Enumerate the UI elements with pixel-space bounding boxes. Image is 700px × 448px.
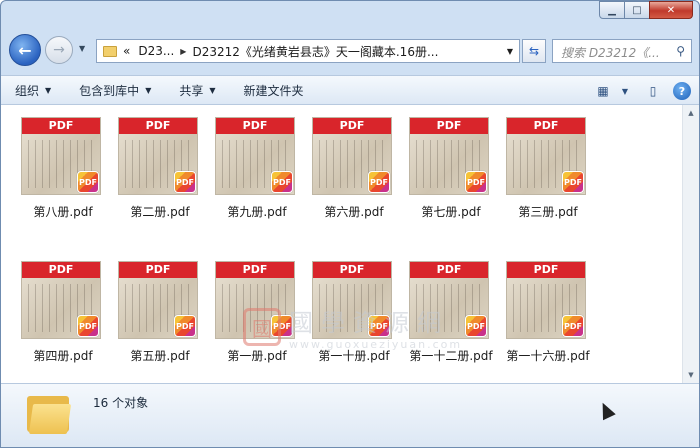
command-toolbar: 组织 ▼ 包含到库中 ▼ 共享 ▼ 新建文件夹 ▦ ▼ ▯ ? [1, 75, 699, 105]
pdf-app-icon: PDF [465, 171, 487, 193]
share-menu[interactable]: 共享 ▼ [165, 75, 229, 105]
pdf-app-icon: PDF [562, 171, 584, 193]
scroll-up-icon[interactable]: ▲ [683, 105, 699, 121]
file-name: 第一十六册.pdf [506, 349, 590, 363]
new-folder-button[interactable]: 新建文件夹 [230, 75, 318, 105]
address-bar[interactable]: « D23... ▶ D23212《光绪黄岩县志》天一阁藏本.16册... ▼ [96, 39, 520, 63]
toolbar-right: ▦ ▼ ▯ ? [585, 76, 691, 106]
file-name: 第四册.pdf [33, 349, 93, 363]
breadcrumb-segment-1[interactable]: D23... [138, 44, 174, 58]
close-button[interactable]: ✕ [649, 1, 693, 19]
folder-icon [27, 392, 72, 436]
share-label: 共享 [179, 83, 204, 98]
explorer-window: ▁ □ ✕ ← → ▼ « D23... ▶ D23212《光绪黄岩县志》天一阁… [0, 0, 700, 448]
view-dropdown-icon[interactable]: ▼ [615, 82, 635, 100]
pdf-header-label: PDF [22, 118, 100, 134]
pdf-app-icon: PDF [174, 315, 196, 337]
organize-label: 组织 [15, 83, 40, 98]
chevron-down-icon: ▼ [145, 85, 152, 95]
include-in-library-label: 包含到库中 [79, 83, 140, 98]
pdf-header-label: PDF [507, 118, 585, 134]
maximize-button[interactable]: □ [624, 1, 650, 19]
address-prefix[interactable]: « [123, 44, 130, 58]
pdf-header-label: PDF [410, 262, 488, 278]
pdf-header-label: PDF [216, 118, 294, 134]
chevron-down-icon: ▼ [209, 85, 216, 95]
details-pane: 16 个对象 [1, 383, 699, 447]
pdf-app-icon: PDF [368, 315, 390, 337]
recent-pages-dropdown-icon[interactable]: ▼ [79, 44, 85, 53]
pdf-app-icon: PDF [77, 171, 99, 193]
pdf-app-icon: PDF [271, 171, 293, 193]
file-name: 第七册.pdf [421, 205, 481, 219]
pdf-app-icon: PDF [562, 315, 584, 337]
file-name: 第一十册.pdf [318, 349, 390, 363]
folder-icon [103, 45, 117, 57]
pdf-header-label: PDF [313, 118, 391, 134]
minimize-button[interactable]: ▁ [599, 1, 625, 19]
scroll-down-icon[interactable]: ▼ [683, 367, 699, 383]
navigation-bar: ← → ▼ « D23... ▶ D23212《光绪黄岩县志》天一阁藏本.16册… [1, 33, 699, 69]
file-name: 第一十二册.pdf [409, 349, 493, 363]
pdf-header-label: PDF [410, 118, 488, 134]
search-icon[interactable]: ⚲ [676, 44, 685, 58]
item-count: 16 个对象 [93, 396, 149, 410]
help-icon[interactable]: ? [673, 82, 691, 100]
file-name: 第二册.pdf [130, 205, 190, 219]
pdf-header-label: PDF [119, 118, 197, 134]
file-name: 第三册.pdf [518, 205, 578, 219]
pdf-header-label: PDF [507, 262, 585, 278]
file-name: 第一册.pdf [227, 349, 287, 363]
breadcrumb-segment-2[interactable]: D23212《光绪黄岩县志》天一阁藏本.16册... [192, 43, 438, 60]
pdf-header-label: PDF [22, 262, 100, 278]
view-options-icon[interactable]: ▦ [593, 82, 613, 100]
window-controls: ▁ □ ✕ [599, 1, 693, 19]
file-name: 第五册.pdf [130, 349, 190, 363]
chevron-down-icon: ▼ [45, 85, 52, 95]
pdf-app-icon: PDF [174, 171, 196, 193]
search-input[interactable]: 搜索 D23212《... ⚲ [552, 39, 692, 63]
pdf-app-icon: PDF [465, 315, 487, 337]
search-placeholder: 搜索 D23212《... [561, 46, 660, 60]
breadcrumb-separator-icon[interactable]: ▶ [180, 47, 186, 56]
file-name: 第六册.pdf [324, 205, 384, 219]
include-in-library-menu[interactable]: 包含到库中 ▼ [65, 75, 165, 105]
pdf-header-label: PDF [216, 262, 294, 278]
file-name: 第九册.pdf [227, 205, 287, 219]
preview-pane-icon[interactable]: ▯ [643, 82, 663, 100]
pdf-app-icon: PDF [368, 171, 390, 193]
refresh-icon: ⇆ [528, 44, 540, 58]
new-folder-label: 新建文件夹 [243, 83, 304, 98]
pdf-app-icon: PDF [77, 315, 99, 337]
organize-menu[interactable]: 组织 ▼ [1, 75, 65, 105]
pdf-header-label: PDF [119, 262, 197, 278]
file-list-area[interactable]: PDF PDF 第八册.pdf PDF PDF 第二册.pdf PDF PDF 第九册.pdf P… [1, 105, 699, 383]
pdf-app-icon: PDF [271, 315, 293, 337]
refresh-button[interactable]: ⇆ [522, 39, 546, 63]
address-dropdown-icon[interactable]: ▼ [507, 47, 513, 56]
file-name: 第八册.pdf [33, 205, 93, 219]
back-button[interactable]: ← [9, 34, 41, 66]
vertical-scrollbar[interactable]: ▲ ▼ [682, 105, 699, 383]
forward-button[interactable]: → [45, 36, 73, 64]
pdf-header-label: PDF [313, 262, 391, 278]
